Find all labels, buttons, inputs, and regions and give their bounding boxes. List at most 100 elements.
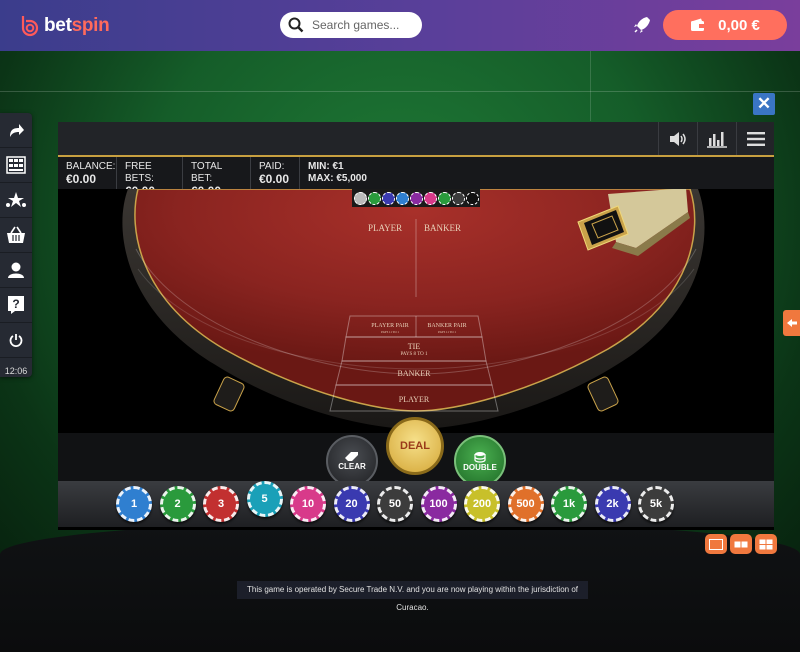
logo-text: betspin bbox=[44, 15, 110, 36]
wallet-balance-button[interactable]: 0,00 € bbox=[663, 10, 787, 40]
chip-selector: 1 2 3 5 10 20 50 100 200 500 1k 2k 5k bbox=[58, 481, 774, 527]
sidebar-item-power[interactable] bbox=[0, 323, 32, 358]
power-icon bbox=[9, 334, 23, 347]
control-row: CLEAR DEAL DOUBLE bbox=[58, 417, 774, 487]
statistics-button[interactable] bbox=[697, 122, 736, 155]
stars-icon bbox=[6, 192, 26, 207]
two-windows-icon bbox=[734, 541, 748, 547]
search-icon bbox=[288, 17, 304, 33]
chip-label: 2k bbox=[606, 498, 619, 510]
balance-info: BALANCE: €0.00 bbox=[58, 157, 117, 189]
chip-100[interactable]: 100 bbox=[420, 486, 457, 522]
chip-label: 3 bbox=[217, 498, 225, 510]
paytable-icon bbox=[6, 156, 26, 174]
logo-mark-icon bbox=[21, 16, 39, 37]
balance-value: €0.00 bbox=[66, 172, 97, 186]
eraser-icon bbox=[345, 451, 358, 461]
deal-label: DEAL bbox=[400, 440, 430, 452]
basket-icon bbox=[7, 226, 25, 243]
tray-chip bbox=[353, 191, 367, 205]
single-window-icon bbox=[709, 538, 723, 550]
player-pair-zone[interactable]: PLAYER PAIR PAYS 11 TO 1 bbox=[360, 323, 420, 335]
chip-label: 5 bbox=[261, 493, 268, 505]
banker-bet-zone[interactable]: BANKER bbox=[364, 369, 464, 378]
bar-chart-icon bbox=[707, 131, 727, 148]
tray-chip bbox=[367, 191, 381, 205]
chip-label: 50 bbox=[388, 498, 402, 510]
chip-50[interactable]: 50 bbox=[377, 486, 413, 522]
sidebar-item-paytable[interactable] bbox=[0, 148, 32, 183]
sidebar-item-favorites[interactable] bbox=[0, 183, 32, 218]
chip-5k[interactable]: 5k bbox=[638, 486, 674, 522]
chip-2[interactable]: 2 bbox=[159, 486, 196, 522]
game-window: BALANCE: €0.00 FREE BETS: €0.00 TOTAL BE… bbox=[58, 122, 774, 530]
chip-1k[interactable]: 1k bbox=[551, 486, 587, 522]
svg-text:?: ? bbox=[12, 297, 19, 311]
chip-label: 20 bbox=[345, 498, 358, 510]
sidebar-item-exit[interactable] bbox=[0, 113, 32, 148]
tray-chip bbox=[381, 191, 395, 205]
chip-label: 200 bbox=[472, 498, 492, 510]
double-label: DOUBLE bbox=[463, 462, 497, 472]
tray-chip bbox=[423, 191, 437, 205]
layout-double-button[interactable] bbox=[730, 534, 752, 554]
chip-label: 2 bbox=[174, 498, 181, 510]
tie-zone[interactable]: TIE PAYS 8 TO 1 bbox=[364, 343, 464, 359]
max-bet-label: MAX: €5,000 bbox=[308, 173, 367, 184]
free-bets-info: FREE BETS: €0.00 bbox=[117, 157, 183, 197]
redo-arrow-icon bbox=[10, 124, 24, 137]
sidebar-item-account[interactable] bbox=[0, 253, 32, 288]
close-icon: ✕ bbox=[756, 94, 772, 113]
double-button[interactable]: DOUBLE bbox=[454, 435, 506, 487]
menu-button[interactable] bbox=[736, 122, 774, 155]
game-toolbar bbox=[58, 122, 774, 157]
arrow-left-icon bbox=[786, 319, 797, 327]
tie-odds: PAYS 8 TO 1 bbox=[400, 352, 428, 357]
baccarat-table: PLAYER BANKER PLAYER PAIR PAYS 11 TO 1 B… bbox=[58, 189, 774, 433]
banker-pair-odds: PAYS 11 TO 1 bbox=[438, 330, 456, 334]
left-sidebar: ? 12:06 bbox=[0, 113, 32, 377]
felt-line bbox=[0, 91, 800, 92]
chip-5[interactable]: 5 bbox=[246, 481, 283, 517]
tray-chip bbox=[437, 191, 451, 205]
chip-500[interactable]: 500 bbox=[507, 486, 544, 522]
expand-panel-tab[interactable] bbox=[783, 310, 800, 336]
search-box[interactable] bbox=[280, 12, 422, 38]
deal-button[interactable]: DEAL bbox=[386, 417, 444, 475]
betspin-logo[interactable]: betspin bbox=[18, 11, 110, 41]
chip-10[interactable]: 10 bbox=[290, 486, 326, 522]
speaker-icon bbox=[670, 131, 686, 146]
layout-single-button[interactable] bbox=[705, 534, 727, 554]
chip-3[interactable]: 3 bbox=[203, 486, 239, 522]
player-bet-zone[interactable]: PLAYER bbox=[364, 395, 464, 404]
jurisdiction-notice: This game is operated by Secure Trade N.… bbox=[237, 581, 588, 612]
sidebar-item-help[interactable]: ? bbox=[0, 288, 32, 323]
clear-label: CLEAR bbox=[338, 461, 366, 471]
chip-20[interactable]: 20 bbox=[333, 486, 370, 522]
close-game-button[interactable]: ✕ bbox=[753, 93, 775, 115]
banker-zone-label[interactable]: BANKER bbox=[424, 223, 461, 233]
chip-2k[interactable]: 2k bbox=[594, 486, 631, 522]
clock-time: 12:06 bbox=[4, 366, 28, 376]
top-header: betspin 0,00 € bbox=[0, 0, 800, 51]
min-bet-label: MIN: €1 bbox=[308, 161, 344, 172]
logo-text-accent: spin bbox=[71, 15, 110, 36]
search-input[interactable] bbox=[310, 17, 414, 33]
chip-200[interactable]: 200 bbox=[464, 486, 500, 522]
chip-label: 1k bbox=[562, 498, 576, 510]
sidebar-item-cashier[interactable] bbox=[0, 218, 32, 253]
tray-chip bbox=[451, 191, 465, 205]
sound-button[interactable] bbox=[658, 122, 697, 155]
rocket-notification-icon[interactable] bbox=[632, 15, 652, 35]
banker-pair-zone[interactable]: BANKER PAIR PAYS 11 TO 1 bbox=[416, 323, 478, 335]
layout-quad-button[interactable] bbox=[755, 534, 777, 554]
chip-1[interactable]: 1 bbox=[116, 486, 152, 522]
chip-label: 500 bbox=[516, 498, 535, 510]
layout-switcher bbox=[705, 534, 777, 554]
balance-amount: 0,00 € bbox=[718, 16, 760, 34]
user-icon bbox=[8, 262, 24, 278]
clear-button[interactable]: CLEAR bbox=[326, 435, 378, 487]
chip-tray bbox=[352, 189, 480, 207]
total-bet-info: TOTAL BET: €0.00 bbox=[183, 157, 251, 197]
player-zone-label[interactable]: PLAYER bbox=[368, 223, 402, 233]
